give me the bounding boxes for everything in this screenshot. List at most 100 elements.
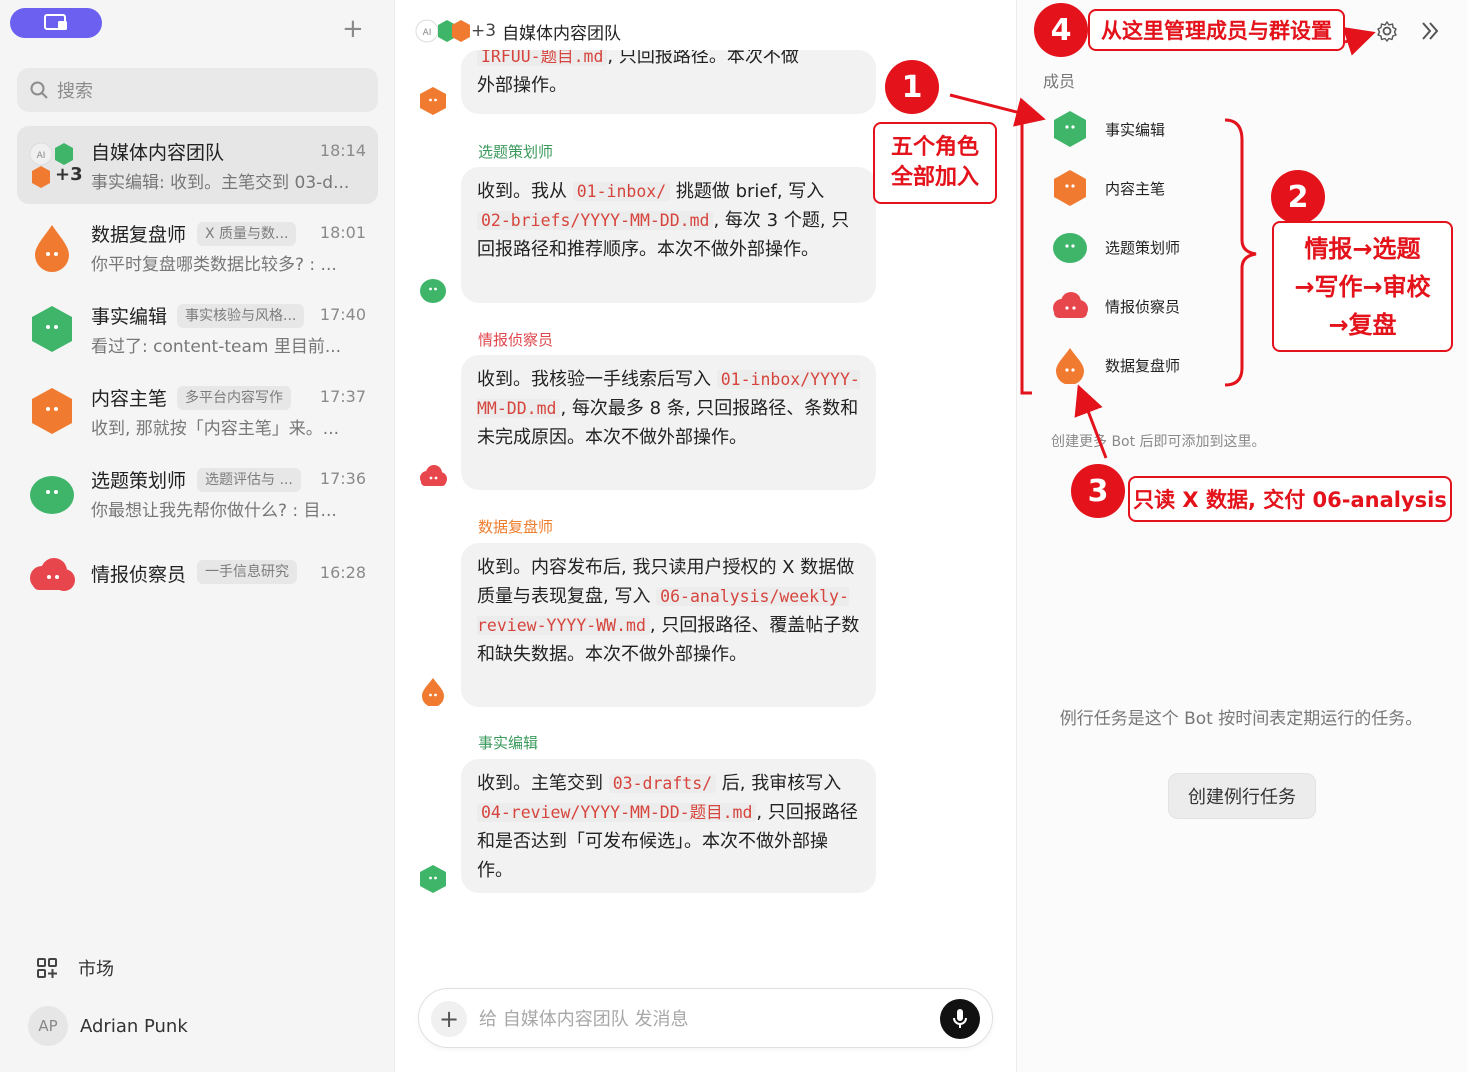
orange-drop-avatar: [1056, 348, 1084, 384]
chat-preview: 收到, 那就按「内容主笔」来。...: [91, 419, 340, 439]
member-name: 选题策划师: [1105, 238, 1181, 257]
chat-name: 数据复盘师: [91, 224, 187, 246]
member-item[interactable]: 情报侦察员: [1051, 287, 1180, 325]
market-label: 市场: [78, 959, 114, 980]
orange-drop-avatar: [422, 678, 444, 706]
message-bubble: 收到。内容发布后, 我只读用户授权的 X 数据做质量与表现复盘, 写入 06-a…: [461, 543, 876, 707]
attach-button[interactable]: +: [431, 1001, 467, 1037]
green-blob-avatar: [1053, 233, 1087, 263]
annotation-box-4: 从这里管理成员与群设置: [1088, 9, 1345, 51]
chat-item-intel-scout[interactable]: 情报侦察员 一手信息研究 16:28: [17, 536, 378, 614]
chat-name: 自媒体内容团队: [91, 142, 225, 164]
chat-tag: X 质量与数...: [197, 222, 297, 246]
chat-item-lead-writer[interactable]: 内容主笔 多平台内容写作 17:37 收到, 那就按「内容主笔」来。...: [17, 372, 378, 450]
chat-preview: 看过了: content-team 里目前...: [91, 337, 342, 357]
avatar: AP: [28, 1006, 68, 1046]
chat-tag: 一手信息研究: [197, 560, 297, 584]
message-text: 外部操作。: [477, 75, 567, 96]
annotation-box-3: 只读 X 数据, 交付 06-analysis: [1128, 476, 1452, 522]
chat-item-data-reviewer[interactable]: 数据复盘师 X 质量与数... 18:01 你平时复盘哪类数据比较多? : ..…: [17, 208, 378, 286]
chat-time: 17:37: [319, 387, 366, 406]
chat-item-topic-planner[interactable]: 选题策划师 选题评估与 ... 17:36 你最想让我先帮你做什么? : 目..…: [17, 454, 378, 532]
orange-hex-avatar: [420, 87, 446, 115]
member-item[interactable]: 选题策划师: [1051, 228, 1180, 266]
chat-item-fact-editor[interactable]: 事实编辑 事实核验与风格... 17:40 看过了: content-team …: [17, 290, 378, 368]
chat-time: 18:14: [319, 141, 366, 160]
chat-preview: 你最想让我先帮你做什么? : 目...: [91, 501, 337, 521]
header-extra-count: +3: [471, 21, 497, 41]
annotation-badge-4: 4: [1034, 3, 1088, 57]
message-text: , 只回报路径。本次不做: [607, 50, 799, 67]
create-routine-task-button[interactable]: 创建例行任务: [1168, 773, 1316, 819]
member-name: 情报侦察员: [1105, 297, 1181, 316]
message-composer: +: [418, 988, 993, 1048]
flow-line-2: →写作→审校: [1294, 272, 1431, 301]
message-input[interactable]: [479, 1003, 919, 1035]
annotation-badge-2: 2: [1271, 170, 1325, 224]
code-path: 04-review/YYYY-MM-DD-题目.md: [477, 803, 757, 822]
orange-hex-avatar: [1054, 170, 1086, 206]
sender-name: 事实编辑: [478, 734, 539, 752]
message-bubble-partial: IRFUU-题目.md, 只回报路径。本次不做 外部操作。: [461, 50, 876, 114]
member-item[interactable]: 内容主笔: [1051, 169, 1165, 207]
chat-preview: 事实编辑: 收到。主笔交到 03-d...: [91, 173, 350, 193]
message-bubble: 收到。我核验一手线索后写入 01-inbox/YYYY-MM-DD.md, 每次…: [461, 355, 876, 490]
member-name: 内容主笔: [1105, 179, 1166, 198]
message-bubble: 收到。我从 01-inbox/ 挑题做 brief, 写入 02-briefs/…: [461, 167, 876, 303]
green-hex-avatar: [27, 304, 77, 354]
member-item[interactable]: 数据复盘师: [1051, 346, 1180, 384]
chat-name: 选题策划师: [91, 470, 187, 492]
message-text: 收到。我核验一手线索后写入: [477, 369, 717, 390]
code-path: 02-briefs/YYYY-MM-DD.md: [477, 211, 714, 230]
annotation-box-1: 五个角色 全部加入: [873, 122, 997, 204]
code-path: 01-inbox/: [572, 182, 671, 201]
code-path: 03-drafts/: [608, 774, 717, 793]
chat-name: 事实编辑: [91, 306, 168, 328]
message-text: 后, 我审核写入: [716, 773, 842, 794]
sidebar: + 搜索 AI +3 自媒体内容团队 18:14 事实编辑: 收到。主笔交到 0…: [0, 0, 395, 1072]
message-text: 收到。我从: [477, 181, 573, 202]
chat-time: 16:28: [319, 563, 366, 582]
collapse-panel-icon[interactable]: [1419, 20, 1441, 42]
member-item[interactable]: 事实编辑: [1051, 110, 1165, 148]
chat-header[interactable]: AI +3 自媒体内容团队: [415, 16, 621, 46]
apps-grid-icon: [37, 958, 57, 978]
chat-tag: 事实核验与风格...: [177, 304, 305, 328]
annotation-box-2: 情报→选题 →写作→审校 →复盘: [1272, 221, 1453, 352]
chat-preview: 你平时复盘哪类数据比较多? : ...: [91, 255, 337, 275]
member-name: 事实编辑: [1105, 120, 1166, 139]
red-cloud-avatar: [420, 465, 447, 486]
sender-name: 选题策划师: [478, 143, 554, 161]
chat-name: 内容主笔: [91, 388, 168, 410]
user-profile[interactable]: AP Adrian Punk: [28, 1006, 188, 1046]
message-bubble: 收到。主笔交到 03-drafts/ 后, 我审核写入 04-review/YY…: [461, 759, 876, 893]
chat-title: 自媒体内容团队: [502, 23, 622, 44]
orange-hex-avatar: [27, 386, 77, 436]
chat-time: 18:01: [319, 223, 366, 242]
members-label: 成员: [1043, 72, 1076, 91]
group-extra-count: +3: [55, 164, 83, 185]
app-switch-button[interactable]: [10, 8, 102, 38]
voice-input-button[interactable]: [940, 999, 980, 1039]
routine-task-description: 例行任务是这个 Bot 按时间表定期运行的任务。: [1059, 709, 1423, 729]
sender-name: 情报侦察员: [478, 331, 554, 349]
search-icon: [30, 81, 48, 99]
chat-tag: 选题评估与 ...: [197, 468, 301, 492]
chat-tag: 多平台内容写作: [177, 386, 291, 410]
green-hex-avatar: [1054, 111, 1086, 147]
message-text: 收到。主笔交到: [477, 773, 609, 794]
chat-item-group[interactable]: AI +3 自媒体内容团队 18:14 事实编辑: 收到。主笔交到 03-d..…: [17, 126, 378, 204]
red-cloud-avatar: [27, 550, 77, 600]
svg-text:AI: AI: [37, 151, 46, 161]
annotation-badge-1: 1: [885, 60, 939, 114]
gear-icon[interactable]: [1376, 20, 1398, 42]
search-input[interactable]: 搜索: [17, 68, 378, 112]
new-chat-button[interactable]: +: [342, 16, 364, 42]
code-path: IRFUU-题目.md: [477, 50, 608, 66]
message-text: 挑题做 brief, 写入: [670, 181, 825, 202]
green-blob-avatar: [27, 468, 77, 518]
sender-name: 数据复盘师: [478, 518, 554, 536]
red-cloud-avatar: [1053, 292, 1088, 318]
member-name: 数据复盘师: [1105, 356, 1181, 375]
market-link[interactable]: 市场: [36, 955, 114, 981]
